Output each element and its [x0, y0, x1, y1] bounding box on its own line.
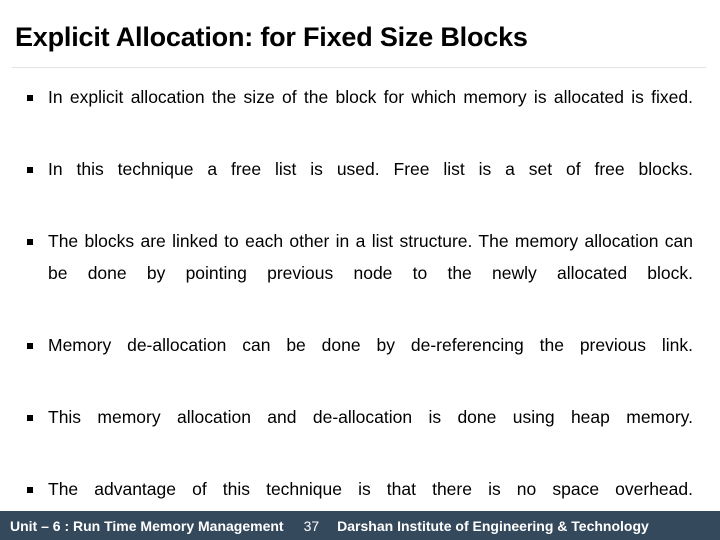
list-item: In explicit allocation the size of the b…	[0, 82, 720, 145]
square-bullet-icon	[27, 486, 33, 493]
footer-unit-label: Unit – 6 : Run Time Memory Management	[10, 517, 284, 534]
list-item: The blocks are linked to each other in a…	[0, 226, 720, 321]
footer-organization: Darshan Institute of Engineering & Techn…	[337, 517, 649, 534]
square-bullet-icon	[27, 95, 33, 101]
list-item: In this technique a free list is used. F…	[0, 154, 720, 217]
list-item-text: In this technique a free list is used. F…	[48, 159, 693, 179]
square-bullet-icon	[27, 342, 33, 349]
footer-page-number: 37	[303, 517, 320, 534]
list-item: This memory allocation and de-allocation…	[0, 402, 720, 465]
slide-footer: Unit – 6 : Run Time Memory Management 37…	[0, 511, 720, 540]
list-item-text: In explicit allocation the size of the b…	[48, 87, 693, 107]
title-divider	[12, 67, 706, 68]
bullet-list: In explicit allocation the size of the b…	[0, 82, 720, 537]
square-bullet-icon	[27, 167, 33, 173]
square-bullet-icon	[27, 239, 33, 245]
page-title: Explicit Allocation: for Fixed Size Bloc…	[15, 22, 528, 52]
square-bullet-icon	[27, 414, 33, 421]
list-item-text: The blocks are linked to each other in a…	[48, 231, 693, 283]
presentation-slide: Explicit Allocation: for Fixed Size Bloc…	[0, 0, 720, 540]
list-item-text: This memory allocation and de-allocation…	[48, 406, 693, 427]
list-item: Memory de-allocation can be done by de-r…	[0, 330, 720, 393]
list-item-text: Memory de-allocation can be done by de-r…	[48, 334, 693, 355]
